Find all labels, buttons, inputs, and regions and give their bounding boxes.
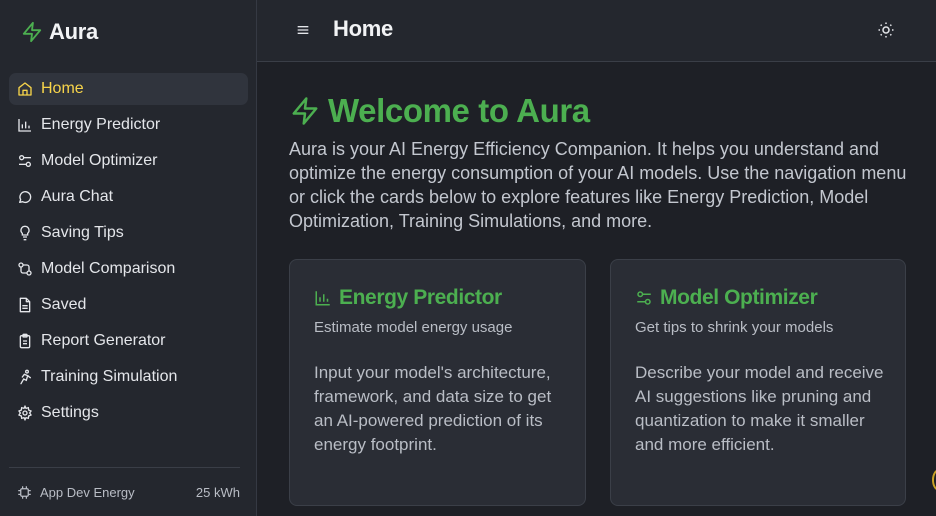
card-title: Model Optimizer — [660, 286, 818, 309]
clipboard-icon — [17, 333, 33, 349]
sun-icon[interactable] — [877, 21, 895, 39]
sidebar-item-saving-tips[interactable]: Saving Tips — [9, 217, 248, 249]
sidebar-item-report-generator[interactable]: Report Generator — [9, 325, 248, 357]
energy-usage-footer: App Dev Energy 25 kWh — [17, 483, 240, 501]
compare-icon — [17, 261, 33, 277]
sliders-icon — [17, 153, 33, 169]
card-description: Describe your model and receive AI sugge… — [635, 363, 884, 454]
card-header: Energy Predictor — [314, 286, 502, 310]
sidebar-item-label: Saved — [41, 296, 87, 313]
energy-usage-label: App Dev Energy — [40, 484, 135, 500]
sidebar-nav: Home Energy Predictor Model Optimizer Au… — [9, 73, 248, 433]
sidebar-item-label: Energy Predictor — [41, 116, 161, 133]
intro-text: Aura is your AI Energy Efficiency Compan… — [289, 139, 907, 231]
sidebar-item-label: Report Generator — [41, 332, 166, 349]
home-icon — [17, 81, 33, 97]
sidebar-item-label: Aura Chat — [41, 188, 114, 205]
sidebar-item-label: Saving Tips — [41, 224, 124, 241]
sidebar-item-label: Training Simulation — [41, 368, 178, 385]
sidebar-item-aura-chat[interactable]: Aura Chat — [9, 181, 248, 213]
brand-logo[interactable]: Aura — [21, 18, 98, 46]
hero-title: Welcome to Aura — [328, 92, 590, 129]
header: Home — [257, 0, 936, 62]
energy-predictor-card[interactable]: Energy Predictor Estimate model energy u… — [289, 259, 586, 506]
hamburger-menu-icon[interactable] — [295, 22, 311, 38]
energy-usage-value: 25 kWh — [195, 484, 240, 500]
lightbulb-icon — [17, 225, 33, 241]
sidebar-item-saved[interactable]: Saved — [9, 289, 248, 321]
sidebar: Aura Home Energy Predictor Model Optimiz… — [0, 0, 257, 516]
page-title: Home — [333, 16, 393, 41]
sidebar-item-model-optimizer[interactable]: Model Optimizer — [9, 145, 248, 177]
chart-bars-icon — [314, 289, 332, 307]
sidebar-item-settings[interactable]: Settings — [9, 397, 248, 429]
lightning-bolt-icon — [22, 21, 42, 43]
sidebar-item-label: Model Comparison — [41, 260, 176, 277]
document-icon — [17, 297, 33, 313]
sidebar-item-home[interactable]: Home — [9, 73, 248, 105]
sidebar-divider — [9, 467, 240, 468]
chip-icon — [17, 485, 32, 500]
sidebar-item-label: Settings — [41, 404, 99, 421]
sliders-icon — [635, 289, 653, 307]
lightning-bolt-icon — [292, 97, 318, 125]
sidebar-item-training-simulation[interactable]: Training Simulation — [9, 361, 248, 393]
card-header: Model Optimizer — [635, 286, 818, 310]
sidebar-item-label: Model Optimizer — [41, 152, 158, 169]
main-content: Welcome to Aura Aura is your AI Energy E… — [257, 62, 936, 516]
card-subtitle: Get tips to shrink your models — [635, 319, 834, 336]
chart-bars-icon — [17, 117, 33, 133]
hero-heading: Welcome to Aura — [290, 92, 590, 130]
chat-bubble-icon — [17, 189, 33, 205]
runner-icon — [17, 369, 33, 385]
sidebar-item-energy-predictor[interactable]: Energy Predictor — [9, 109, 248, 141]
model-optimizer-card[interactable]: Model Optimizer Get tips to shrink your … — [610, 259, 906, 506]
gear-icon — [17, 405, 33, 421]
sidebar-item-label: Home — [41, 80, 84, 97]
card-title: Energy Predictor — [339, 286, 502, 309]
sidebar-item-model-comparison[interactable]: Model Comparison — [9, 253, 248, 285]
card-description: Input your model's architecture, framewo… — [314, 363, 552, 454]
card-subtitle: Estimate model energy usage — [314, 319, 513, 336]
app-name: Aura — [49, 19, 98, 44]
